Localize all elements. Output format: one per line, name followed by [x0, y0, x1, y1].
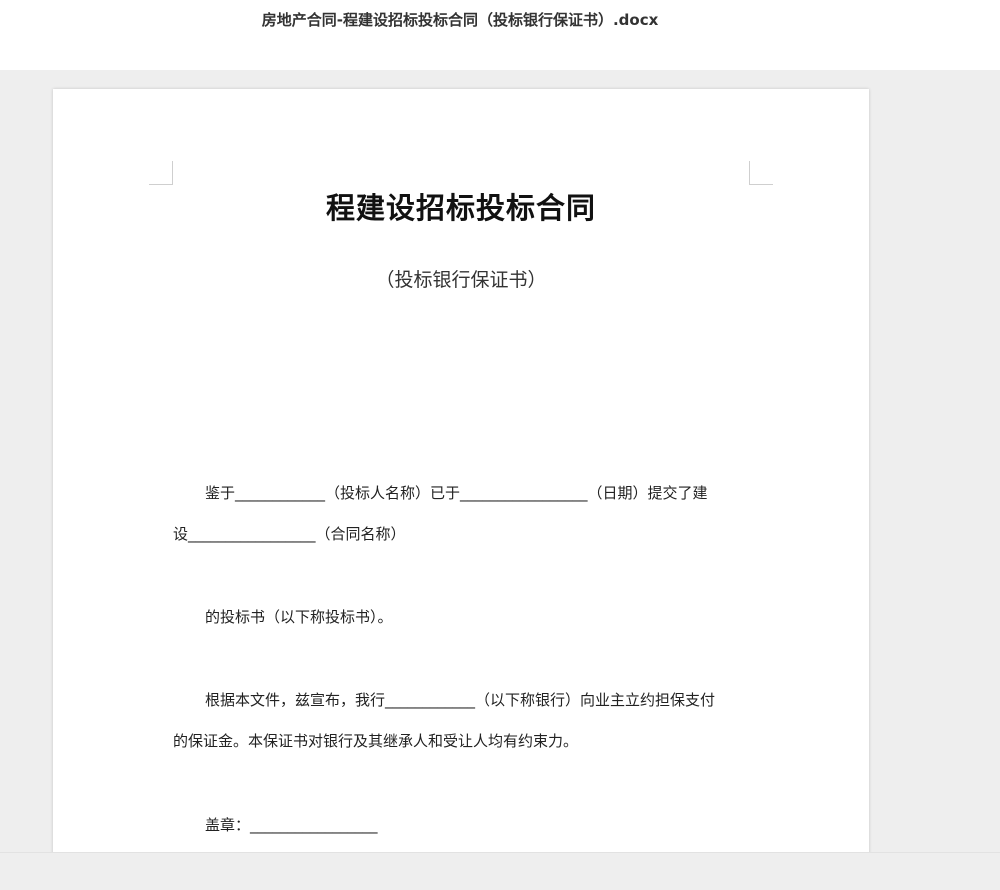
- paragraph-3: 根据本文件，兹宣布，我行____________（以下称银行）向业主立约担保支付…: [173, 680, 753, 762]
- bottom-bar: [0, 852, 1000, 890]
- document-title: 程建设招标投标合同: [325, 191, 596, 225]
- crop-mark-top-right: [749, 161, 773, 185]
- crop-mark-top-left: [149, 161, 173, 185]
- paragraph-1-line-1: 鉴于____________（投标人名称）已于_________________…: [205, 484, 708, 502]
- document-subtitle: （投标银行保证书）: [375, 269, 547, 291]
- document-page: 程建设招标投标合同 （投标银行保证书） 鉴于____________（投标人名称…: [53, 89, 869, 852]
- paragraph-1: 鉴于____________（投标人名称）已于_________________…: [173, 473, 753, 555]
- paragraph-4: 盖章：_________________: [173, 805, 753, 846]
- paragraph-3-line-1: 根据本文件，兹宣布，我行____________（以下称银行）向业主立约担保支付: [205, 691, 716, 709]
- paragraph-2: 的投标书（以下称投标书）。: [173, 597, 753, 638]
- document-filename: 房地产合同-程建设招标投标合同（投标银行保证书）.docx: [261, 11, 659, 29]
- paragraph-1-line-2: 设_________________（合同名称）: [173, 525, 406, 543]
- paragraph-2-line-1: 的投标书（以下称投标书）。: [205, 608, 393, 626]
- paragraph-3-line-2: 的保证金。本保证书对银行及其继承人和受让人均有约束力。: [173, 732, 579, 750]
- document-viewer[interactable]: 程建设招标投标合同 （投标银行保证书） 鉴于____________（投标人名称…: [0, 70, 1000, 852]
- title-bar: 房地产合同-程建设招标投标合同（投标银行保证书）.docx: [0, 0, 1000, 70]
- stamp-line: 盖章：_________________: [205, 816, 378, 834]
